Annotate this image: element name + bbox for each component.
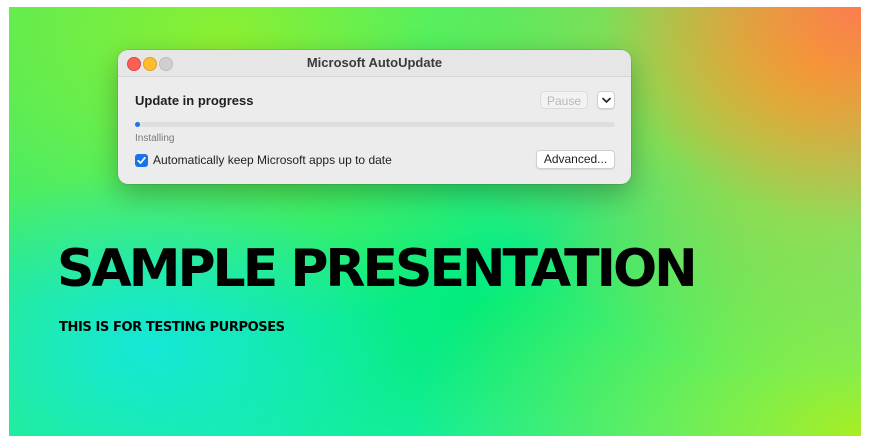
advanced-button[interactable]: Advanced... [536, 150, 615, 169]
progress-fill [135, 122, 140, 127]
options-dropdown-button[interactable] [597, 91, 615, 109]
slide-title: SAMPLE PRESENTATION [57, 239, 698, 299]
title-bar[interactable]: Microsoft AutoUpdate [118, 50, 631, 77]
chevron-down-icon [602, 97, 611, 103]
autoupdate-window: Microsoft AutoUpdate Update in progress … [118, 50, 631, 184]
progress-status-text: Installing [135, 133, 175, 144]
slide-subtitle: THIS IS FOR TESTING PURPOSES [59, 320, 285, 335]
auto-update-label[interactable]: Automatically keep Microsoft apps up to … [153, 153, 392, 167]
auto-update-checkbox[interactable] [135, 154, 148, 167]
checkmark-icon [137, 156, 146, 164]
progress-bar [135, 122, 615, 127]
presentation-slide: Microsoft AutoUpdate Update in progress … [9, 7, 861, 436]
status-heading: Update in progress [135, 93, 254, 108]
window-title: Microsoft AutoUpdate [306, 55, 443, 70]
pause-button[interactable]: Pause [540, 91, 588, 109]
